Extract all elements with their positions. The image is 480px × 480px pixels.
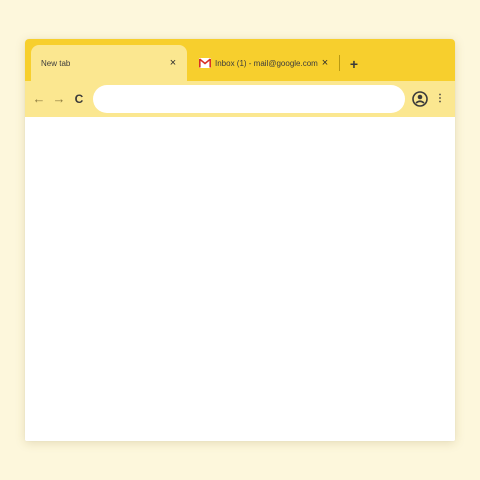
tab-title: Inbox (1) - mail@google.com (215, 58, 318, 68)
tab-new-tab[interactable]: New tab × (31, 45, 187, 81)
toolbar: ← → C ⋮ (25, 81, 455, 117)
reload-icon[interactable]: C (71, 90, 87, 108)
tab-divider (339, 55, 340, 71)
profile-icon[interactable] (411, 89, 429, 109)
menu-icon[interactable]: ⋮ (435, 91, 445, 107)
close-icon[interactable]: × (319, 57, 331, 69)
browser-window: New tab × Inbox (1) - mail@google.com × … (25, 39, 455, 441)
arrow-back-icon[interactable]: ← (31, 90, 47, 108)
close-icon[interactable]: × (167, 57, 179, 69)
arrow-forward-icon[interactable]: → (51, 90, 67, 108)
new-tab-button[interactable]: + (345, 55, 363, 73)
tab-title: New tab (41, 58, 71, 68)
tab-strip: New tab × Inbox (1) - mail@google.com × … (25, 39, 455, 81)
tab-inbox[interactable]: Inbox (1) - mail@google.com × (189, 45, 339, 81)
page-content[interactable] (25, 117, 455, 441)
gmail-icon (198, 58, 212, 68)
address-bar[interactable] (93, 85, 405, 113)
